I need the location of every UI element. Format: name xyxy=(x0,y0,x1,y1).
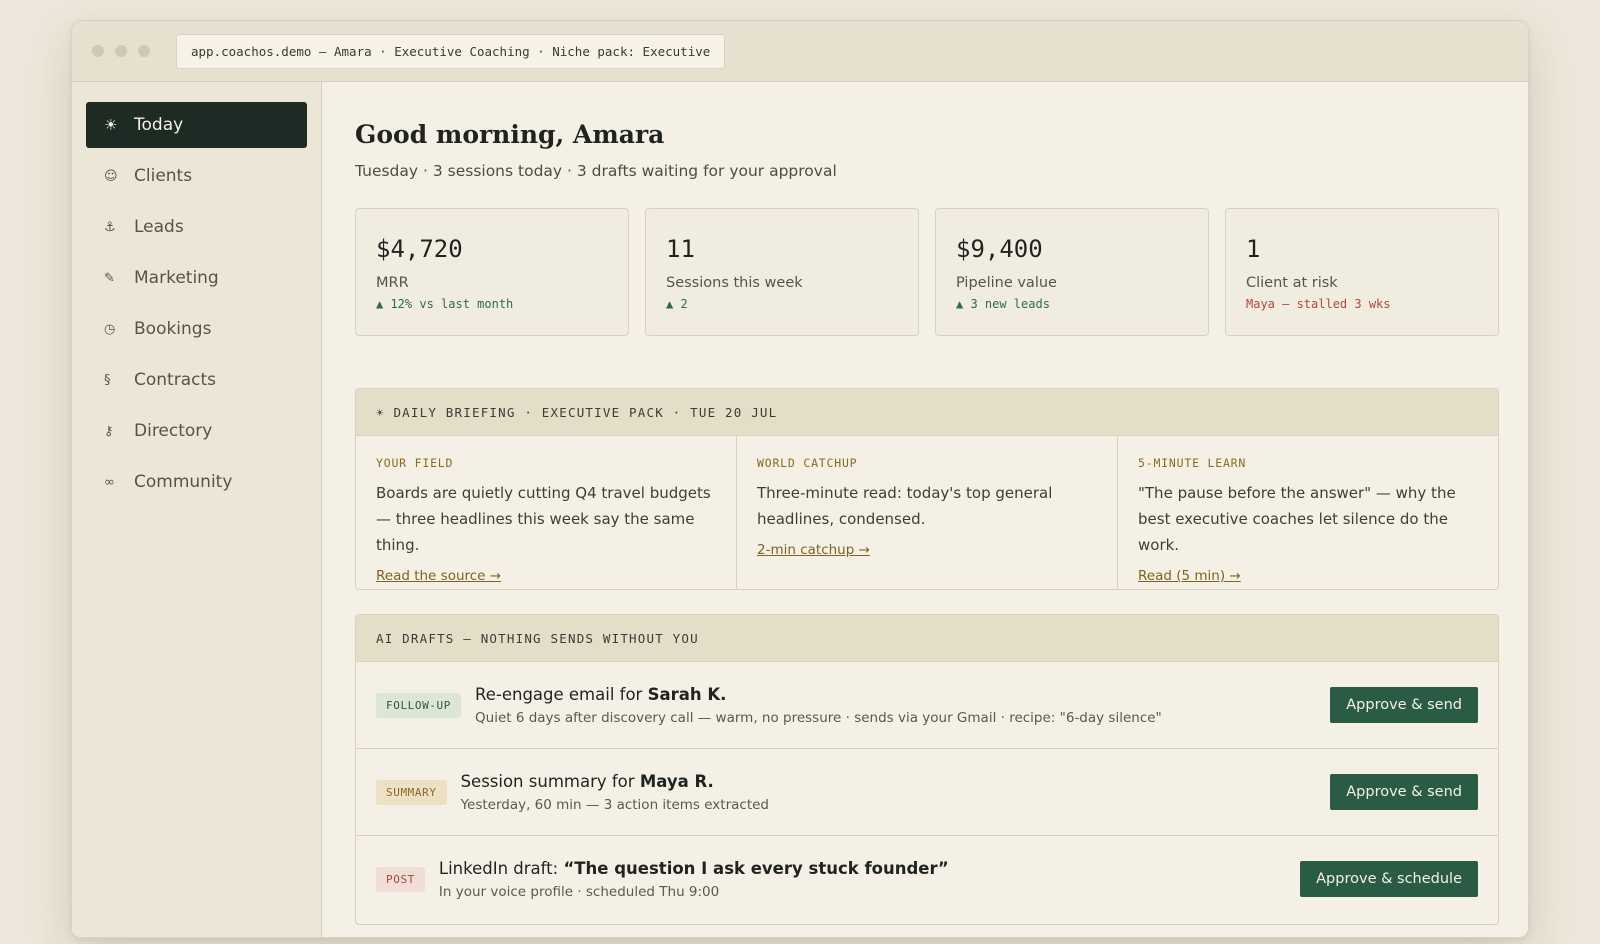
draft-recipient: Sarah K. xyxy=(647,684,727,704)
sidebar-item-label: Marketing xyxy=(134,268,219,288)
draft-title: Re-engage email for Sarah K. xyxy=(475,684,727,704)
draft-title: LinkedIn draft: “The question I ask ever… xyxy=(438,859,949,878)
sun-icon: ☀ xyxy=(104,116,118,134)
sidebar-item-marketing[interactable]: ✎ Marketing xyxy=(86,255,307,301)
draft-row-post: POST LinkedIn draft: “The question I ask… xyxy=(356,836,1498,923)
draft-row-follow-up: FOLLOW-UP Re-engage email for Sarah K. Q… xyxy=(356,662,1498,749)
approve-send-button[interactable]: Approve & send xyxy=(1330,774,1478,810)
stat-delta: Maya — stalled 3 wks xyxy=(1246,297,1391,311)
approve-send-button[interactable]: Approve & send xyxy=(1330,687,1478,723)
stat-value: 1 xyxy=(1246,235,1261,263)
sidebar-item-label: Contracts xyxy=(134,370,216,390)
window-minimize-dot[interactable] xyxy=(115,45,127,57)
stat-delta: ▲ 3 new leads xyxy=(956,297,1050,311)
sidebar-item-community[interactable]: ∞ Community xyxy=(86,459,307,505)
page-subtitle: Tuesday · 3 sessions today · 3 drafts wa… xyxy=(355,162,837,180)
sidebar-item-clients[interactable]: ☺ Clients xyxy=(86,153,307,199)
draft-detail: Quiet 6 days after discovery call — warm… xyxy=(475,709,1162,726)
stat-value: $9,400 xyxy=(956,235,1043,263)
pen-icon: ✎ xyxy=(104,270,115,286)
sidebar-item-directory[interactable]: ⚷ Directory xyxy=(86,408,307,454)
sidebar-item-label: Community xyxy=(134,472,233,492)
draft-title: Session summary for Maya R. xyxy=(460,771,714,791)
draft-detail: In your voice profile · scheduled Thu 9:… xyxy=(438,884,720,900)
key-icon: ⚷ xyxy=(104,423,114,439)
draft-recipient: Maya R. xyxy=(639,771,714,791)
briefing-card-learn: 5-MINUTE LEARN "The pause before the ans… xyxy=(1118,436,1498,589)
link-icon: ∞ xyxy=(104,474,115,490)
ai-drafts-panel: AI DRAFTS — NOTHING SENDS WITHOUT YOU FO… xyxy=(355,614,1499,925)
main-content: Good morning, Amara Tuesday · 3 sessions… xyxy=(323,82,1528,937)
briefing-link-source[interactable]: Read the source → xyxy=(376,568,501,584)
briefing-tag: 5-MINUTE LEARN xyxy=(1138,456,1247,470)
draft-post-title: “The question I ask every stuck founder” xyxy=(563,859,949,878)
briefing-text: Three-minute read: today's top general h… xyxy=(757,484,1053,528)
sidebar-item-label: Leads xyxy=(134,217,184,237)
briefing-tag: WORLD CATCHUP xyxy=(757,456,858,470)
window-close-dot[interactable] xyxy=(92,45,104,57)
draft-badge: POST xyxy=(376,867,425,892)
draft-row-summary: SUMMARY Session summary for Maya R. Yest… xyxy=(356,749,1498,836)
draft-detail: Yesterday, 60 min — 3 action items extra… xyxy=(460,796,770,813)
stat-label: Client at risk xyxy=(1246,275,1338,291)
page-title: Good morning, Amara xyxy=(355,120,665,149)
people-icon: ☺ xyxy=(104,168,118,184)
briefing-link-catchup[interactable]: 2-min catchup → xyxy=(757,542,870,558)
stat-card-at-risk: 1 Client at risk Maya — stalled 3 wks xyxy=(1225,208,1499,336)
briefing-card-world: WORLD CATCHUP Three-minute read: today's… xyxy=(737,436,1118,589)
stat-value: $4,720 xyxy=(376,235,463,263)
stat-delta: ▲ 2 xyxy=(666,297,688,311)
sidebar: ☀ Today ☺ Clients ⚓ Leads ✎ Marketing ◷ … xyxy=(72,82,322,937)
title-bar: app.coachos.demo — Amara · Executive Coa… xyxy=(72,21,1528,82)
stat-delta: ▲ 12% vs last month xyxy=(376,297,514,311)
sidebar-item-today[interactable]: ☀ Today xyxy=(86,102,307,148)
briefing-text: "The pause before the answer" — why the … xyxy=(1138,484,1456,554)
stat-label: Sessions this week xyxy=(666,275,803,291)
sidebar-item-leads[interactable]: ⚓ Leads xyxy=(86,204,307,250)
stat-label: MRR xyxy=(376,275,409,291)
address-bar[interactable]: app.coachos.demo — Amara · Executive Coa… xyxy=(176,34,726,69)
sidebar-item-bookings[interactable]: ◷ Bookings xyxy=(86,306,307,352)
stats-row: $4,720 MRR ▲ 12% vs last month 11 Sessio… xyxy=(355,208,1499,336)
daily-briefing-panel: ☀ DAILY BRIEFING · EXECUTIVE PACK · TUE … xyxy=(355,388,1499,590)
sidebar-item-label: Bookings xyxy=(134,319,212,339)
sidebar-item-label: Today xyxy=(134,115,184,135)
briefing-tag: YOUR FIELD xyxy=(376,456,454,470)
draft-badge: FOLLOW-UP xyxy=(376,692,462,718)
briefing-link-read[interactable]: Read (5 min) → xyxy=(1138,568,1241,584)
stat-label: Pipeline value xyxy=(956,275,1057,291)
briefing-header: ☀ DAILY BRIEFING · EXECUTIVE PACK · TUE … xyxy=(356,389,1498,436)
app-window: app.coachos.demo — Amara · Executive Coa… xyxy=(71,20,1529,938)
sidebar-item-contracts[interactable]: § Contracts xyxy=(86,357,307,403)
briefing-card-field: YOUR FIELD Boards are quietly cutting Q4… xyxy=(356,436,737,589)
sidebar-item-label: Directory xyxy=(134,421,213,441)
sidebar-item-label: Clients xyxy=(134,166,193,186)
window-zoom-dot[interactable] xyxy=(138,45,150,57)
anchor-icon: ⚓ xyxy=(104,219,116,235)
stat-card-sessions: 11 Sessions this week ▲ 2 xyxy=(645,208,919,336)
stat-card-mrr: $4,720 MRR ▲ 12% vs last month xyxy=(355,208,629,336)
stat-value: 11 xyxy=(666,235,695,263)
draft-badge: SUMMARY xyxy=(376,779,447,805)
clock-icon: ◷ xyxy=(104,321,116,337)
briefing-text: Boards are quietly cutting Q4 travel bud… xyxy=(376,484,711,554)
drafts-header: AI DRAFTS — NOTHING SENDS WITHOUT YOU xyxy=(356,615,1498,662)
section-icon: § xyxy=(104,372,111,388)
approve-schedule-button[interactable]: Approve & schedule xyxy=(1300,861,1478,897)
stat-card-pipeline: $9,400 Pipeline value ▲ 3 new leads xyxy=(935,208,1209,336)
